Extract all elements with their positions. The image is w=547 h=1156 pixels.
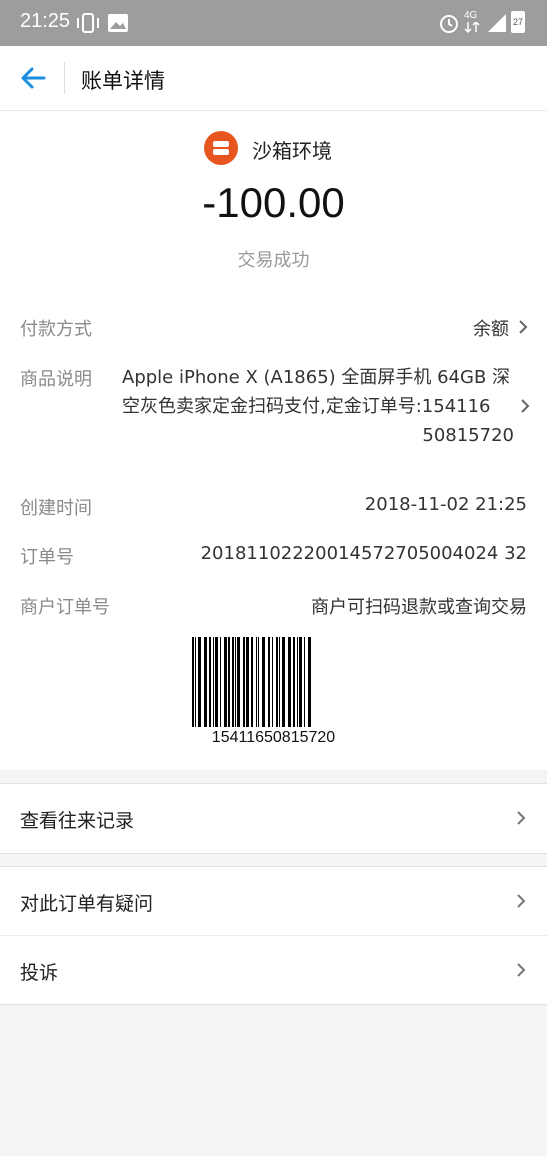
barcode-bar [308, 637, 311, 727]
status-time: 21:25 [20, 10, 71, 32]
barcode-bar [209, 637, 211, 727]
image-icon [108, 14, 128, 32]
barcode-bar [215, 637, 218, 727]
vibrate-icon [77, 13, 99, 33]
barcode-bar [232, 637, 234, 727]
barcode-bar [272, 637, 273, 727]
description-value[interactable]: Apple iPhone X (A1865) 全面屏手机 64GB 深 空灰色卖… [122, 363, 520, 450]
status-bar: 21:25 4G 27 [0, 0, 547, 46]
alarm-icon [440, 15, 458, 33]
barcode-bar [213, 637, 214, 727]
barcode-bar [228, 637, 230, 727]
barcode-bar [297, 637, 298, 727]
view-history-row[interactable]: 查看往来记录 [0, 784, 547, 852]
barcode [192, 637, 311, 727]
created-time-value: 2018-11-02 21:25 [364, 494, 527, 515]
chevron-right-icon[interactable] [517, 319, 529, 335]
barcode-bar [288, 637, 291, 727]
created-time-label: 创建时间 [20, 498, 92, 519]
history-panel: 查看往来记录 [0, 783, 547, 854]
barcode-bar [268, 637, 270, 727]
page-title: 账单详情 [81, 69, 165, 93]
barcode-bar [195, 637, 196, 727]
support-panel: 对此订单有疑问 投诉 [0, 866, 547, 1005]
barcode-bar [293, 637, 295, 727]
barcode-bar [304, 637, 305, 727]
barcode-bar [220, 637, 221, 727]
barcode-bar [256, 637, 257, 727]
barcode-bar [198, 637, 201, 727]
barcode-number: 15411650815720 [211, 729, 336, 746]
description-line: 空灰色卖家定金扫码支付,定金订单号:154116 [122, 396, 491, 417]
order-question-row[interactable]: 对此订单有疑问 [0, 867, 547, 935]
network-arrows-icon [464, 22, 480, 34]
barcode-bar [192, 637, 194, 727]
barcode-bar [279, 637, 280, 727]
payment-method-label: 付款方式 [20, 319, 92, 340]
merchant-order-value: 商户可扫码退款或查询交易 [311, 597, 527, 618]
barcode-bar [246, 637, 249, 727]
chevron-right-icon [517, 963, 526, 977]
nav-bar: 账单详情 [0, 46, 547, 111]
transaction-amount: -100.00 [202, 179, 345, 226]
transaction-status: 交易成功 [237, 250, 310, 271]
order-question-label: 对此订单有疑问 [20, 893, 154, 915]
barcode-bar [224, 637, 227, 727]
merchant-name: 沙箱环境 [252, 139, 332, 163]
barcode-bar [251, 637, 253, 727]
description-label: 商品说明 [20, 369, 92, 390]
order-number-label: 订单号 [20, 547, 74, 568]
barcode-bar [237, 637, 240, 727]
nav-divider [64, 62, 65, 94]
back-arrow-icon[interactable] [18, 64, 48, 92]
merchant-logo-icon [204, 131, 238, 165]
barcode-bar [282, 637, 285, 727]
chevron-right-icon [517, 811, 526, 825]
network-4g-icon: 4G [464, 10, 478, 21]
barcode-bar [262, 637, 265, 727]
barcode-bar [299, 637, 302, 727]
payment-method-value[interactable]: 余额 [473, 315, 509, 341]
chevron-right-icon[interactable] [519, 398, 531, 414]
bill-detail-card: 沙箱环境 -100.00 交易成功 付款方式 余额 商品说明 Apple iPh… [0, 111, 547, 770]
chevron-right-icon [517, 894, 526, 908]
battery-icon: 27 [511, 11, 525, 33]
description-line: Apple iPhone X (A1865) 全面屏手机 64GB 深 [122, 367, 511, 388]
complaint-row[interactable]: 投诉 [0, 936, 547, 1004]
description-line: 50815720 [422, 425, 514, 446]
merchant-order-label: 商户订单号 [20, 597, 110, 618]
signal-icon [488, 14, 506, 32]
barcode-bar [276, 637, 278, 727]
view-history-label: 查看往来记录 [20, 810, 135, 832]
order-number-value: 20181102220014572705004024 32 [200, 543, 527, 564]
complaint-label: 投诉 [20, 962, 59, 984]
barcode-bar [243, 637, 245, 727]
barcode-bar [235, 637, 236, 727]
barcode-bar [204, 637, 207, 727]
battery-level: 27 [512, 17, 523, 27]
barcode-bar [258, 637, 259, 727]
